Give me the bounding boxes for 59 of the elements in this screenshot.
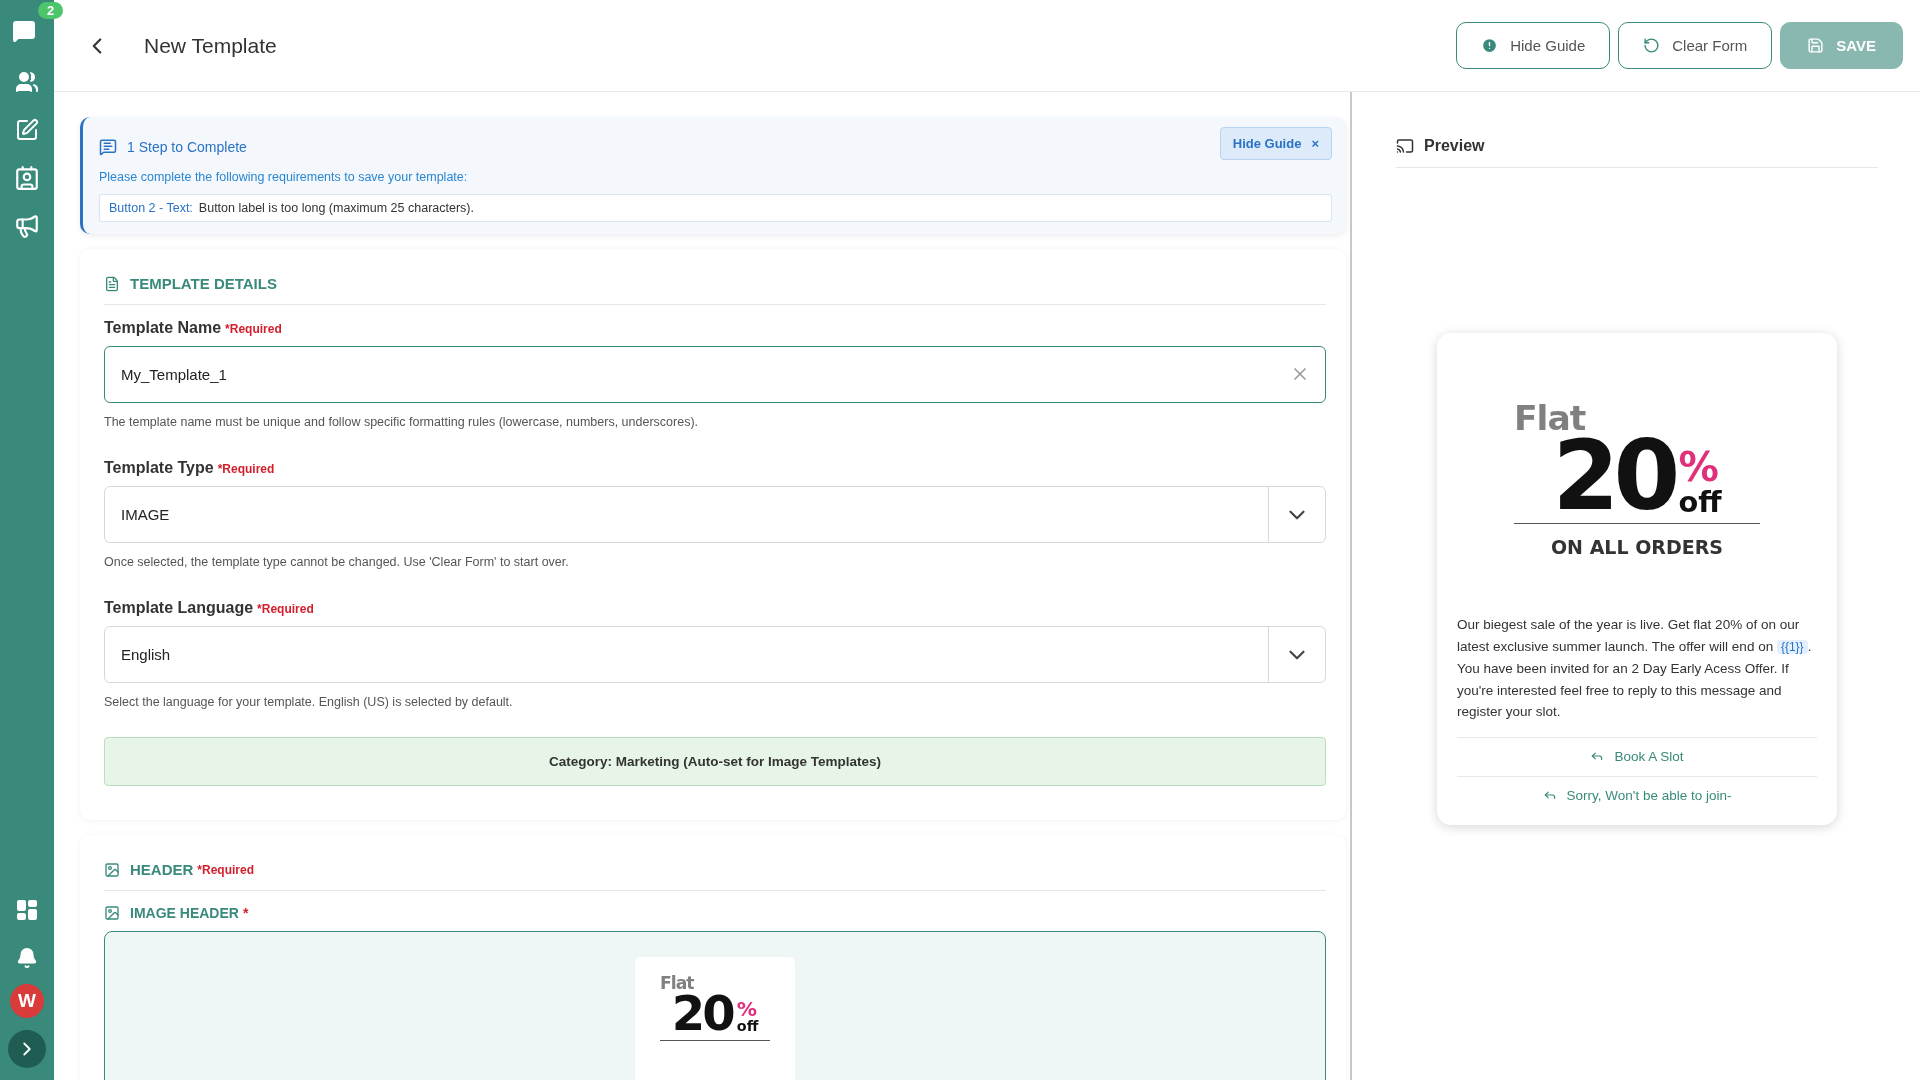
section-title: HEADER bbox=[130, 861, 194, 878]
chat-icon bbox=[12, 19, 36, 43]
poster-off-text: off bbox=[1678, 488, 1722, 518]
unread-badge: 2 bbox=[38, 2, 64, 19]
document-icon bbox=[104, 275, 120, 292]
guide-button[interactable]: Hide Guide bbox=[1456, 22, 1611, 69]
required-marker: * bbox=[242, 905, 249, 921]
poster-amount-text: 20 bbox=[671, 993, 733, 1034]
hide-guide-button[interactable]: Hide Guide × bbox=[1219, 127, 1332, 160]
image-header-label: IMAGE HEADER bbox=[130, 905, 239, 921]
quick-reply-button[interactable]: Sorry, Won't be able to join- bbox=[1457, 775, 1817, 815]
poster-percent-text: % bbox=[736, 999, 757, 1020]
poster-tagline: ON ALL ORDERS bbox=[1550, 536, 1724, 559]
users-icon bbox=[15, 70, 39, 94]
message-body: Our biegest sale of the year is live. Get flat 20% of on our latest exclusive summer launch. The offer will end on {{1}} . You have been invited for an 2 Day Early Acess Offer. If you're interested feel free to reply to this message and register your slot. bbox=[1457, 616, 1813, 722]
help-text: Once selected, the template type cannot be changed. Use 'Clear Form' to start over. bbox=[104, 555, 570, 569]
required-marker: *Required bbox=[197, 862, 255, 877]
field-label: Template Type bbox=[104, 459, 214, 477]
field-label: Template Name bbox=[104, 319, 222, 337]
dashboard-icon bbox=[15, 898, 39, 922]
clear-button[interactable]: Clear Form bbox=[1618, 22, 1773, 69]
field-label: Template Language bbox=[104, 599, 254, 617]
page-title: New Template bbox=[144, 33, 278, 58]
user-avatar[interactable]: W bbox=[10, 984, 44, 1018]
address-book-icon bbox=[14, 165, 40, 191]
section-title: TEMPLATE DETAILS bbox=[130, 275, 277, 292]
help-text: The template name must be unique and follow specific formatting rules (lowercase, numbers, underscores). bbox=[104, 415, 700, 429]
select-field[interactable]: English bbox=[104, 626, 1326, 683]
edit-icon bbox=[15, 118, 39, 142]
template-name-field[interactable]: My_Template_1 bbox=[104, 346, 1326, 403]
poster-flat-text: Flat bbox=[660, 973, 694, 993]
megaphone-icon bbox=[14, 213, 40, 239]
guide-intro: Please complete the following requirements to save your template: bbox=[99, 170, 469, 184]
bell-icon bbox=[16, 947, 38, 969]
undo-icon bbox=[1643, 37, 1661, 54]
image-icon bbox=[104, 861, 120, 878]
preview-title: Preview bbox=[1424, 137, 1485, 155]
requirement-message: Button label is too long (maximum 25 characters). bbox=[198, 201, 474, 215]
alert-icon bbox=[1481, 37, 1499, 54]
chat-nav-item[interactable] bbox=[11, 18, 37, 44]
save-icon bbox=[1807, 37, 1825, 54]
poster-percent-text: % bbox=[1678, 448, 1719, 489]
image-icon bbox=[104, 905, 120, 921]
expand-sidebar-button[interactable] bbox=[8, 1030, 46, 1068]
select-field[interactable]: IMAGE bbox=[104, 486, 1326, 543]
poster-amount-text: 20 bbox=[1552, 435, 1675, 518]
cast-icon bbox=[1396, 137, 1414, 155]
category-banner: Category: Marketing (Auto-set for Image Templates) bbox=[104, 737, 1326, 786]
poster-off-text: off bbox=[736, 1019, 759, 1034]
quick-reply-button[interactable]: Book A Slot bbox=[1457, 736, 1817, 776]
variable-tag: {{1}} bbox=[1776, 639, 1808, 654]
required-marker: *Required bbox=[257, 602, 314, 616]
required-marker: *Required bbox=[225, 322, 282, 336]
poster-flat-text: Flat bbox=[1514, 398, 1586, 438]
required-marker: *Required bbox=[217, 462, 275, 476]
requirement-field: Button 2 - Text: bbox=[109, 201, 193, 215]
guide-title: 1 Step to Complete bbox=[127, 138, 248, 155]
help-text: Select the language for your template. English (US) is selected by default. bbox=[104, 695, 514, 709]
message-icon bbox=[99, 137, 117, 156]
